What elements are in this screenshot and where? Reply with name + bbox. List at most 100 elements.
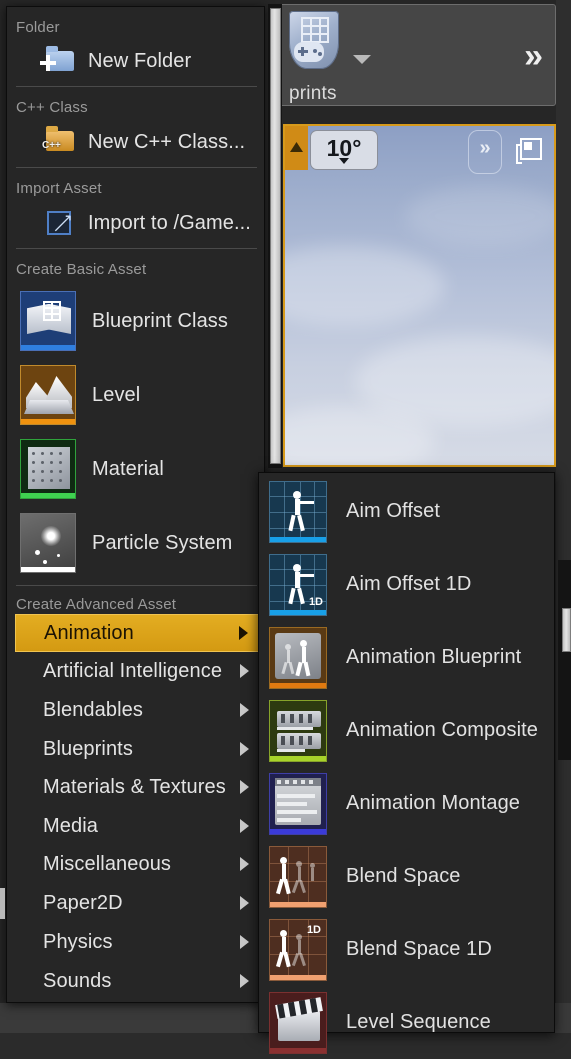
menu-item-physics[interactable]: Physics — [15, 923, 271, 961]
chevron-down-icon[interactable] — [353, 55, 371, 64]
blueprint-shield-icon — [289, 11, 341, 75]
menu-item-label: Paper2D — [43, 891, 123, 914]
menu-item-label: Media — [43, 814, 98, 837]
viewport-angle-indicator[interactable]: 10° — [310, 130, 378, 170]
submenu-item-animation-composite[interactable]: Animation Composite — [260, 694, 554, 767]
toolbar-overflow-icon[interactable]: » — [524, 39, 543, 73]
chevron-right-icon — [240, 703, 249, 717]
submenu-item-label: Blend Space — [346, 865, 461, 887]
menu-item-miscellaneous[interactable]: Miscellaneous — [15, 845, 271, 883]
animation-montage-icon — [269, 772, 327, 835]
chevron-right-icon — [240, 742, 249, 756]
submenu-scrollbar-track[interactable] — [558, 560, 571, 760]
unreal-editor-screen: prints » 10° » Folder New Folder C++ Cla… — [0, 0, 571, 1054]
particle-system-icon — [20, 513, 76, 573]
submenu-item-label: Animation Blueprint — [346, 646, 522, 668]
menu-item-label: Particle System — [92, 531, 233, 554]
section-header-cpp-class: C++ Class — [16, 99, 88, 116]
menu-item-label: Blueprints — [43, 737, 133, 760]
menu-item-particle-system[interactable]: Particle System — [8, 510, 263, 576]
material-icon — [20, 439, 76, 499]
section-header-create-advanced-asset: Create Advanced Asset — [16, 596, 177, 613]
menu-item-paper2d[interactable]: Paper2D — [15, 884, 271, 922]
chevron-right-icon — [240, 664, 249, 678]
section-header-folder: Folder — [16, 19, 60, 36]
submenu-item-level-sequence[interactable]: Level Sequence — [260, 986, 554, 1059]
submenu-item-blend-space-1d[interactable]: 1D Blend Space 1D — [260, 913, 554, 986]
menu-item-animation[interactable]: Animation — [15, 614, 271, 652]
menu-item-label: Blueprint Class — [92, 309, 229, 332]
chevron-down-icon — [339, 158, 349, 164]
submenu-item-label: Level Sequence — [346, 1011, 491, 1033]
submenu-scrollbar-thumb[interactable] — [562, 608, 571, 652]
menu-item-blendables[interactable]: Blendables — [15, 691, 271, 729]
animation-submenu: Aim Offset 1D Aim Offset 1D Animation Bl… — [258, 472, 555, 1054]
import-asset-icon: ⟶ — [47, 209, 78, 238]
content-browser-toolbar[interactable]: prints » — [278, 4, 556, 106]
menu-item-label: Import to /Game... — [88, 211, 251, 234]
menu-item-artificial-intelligence[interactable]: Artificial Intelligence — [15, 652, 271, 690]
badge-1d: 1D — [308, 595, 323, 608]
viewport-warning-icon — [285, 126, 308, 170]
submenu-item-label: Animation Composite — [346, 719, 538, 741]
blend-space-icon — [269, 845, 327, 908]
menu-item-label: New Folder — [88, 49, 192, 72]
submenu-item-label: Animation Montage — [346, 792, 521, 814]
menu-item-label: Sounds — [43, 969, 112, 992]
aim-offset-1d-icon: 1D — [269, 553, 327, 616]
viewport-overflow-icon: » — [479, 137, 491, 159]
menu-item-materials-and-textures[interactable]: Materials & Textures — [15, 768, 271, 806]
submenu-item-aim-offset-1d[interactable]: 1D Aim Offset 1D — [260, 548, 554, 621]
menu-separator — [16, 248, 257, 249]
menu-separator — [16, 167, 257, 168]
menu-item-label: Level — [92, 383, 141, 406]
menu-item-label: Blendables — [43, 698, 143, 721]
menu-item-label: Materials & Textures — [43, 775, 226, 798]
submenu-item-blend-space[interactable]: Blend Space — [260, 840, 554, 913]
aim-offset-icon — [269, 480, 327, 543]
section-header-create-basic-asset: Create Basic Asset — [16, 261, 147, 278]
menu-item-label: Animation — [44, 621, 134, 644]
menu-item-import-to-game[interactable]: ⟶ Import to /Game... — [8, 202, 263, 244]
menu-item-sounds[interactable]: Sounds — [15, 962, 271, 1000]
viewport-overflow-button[interactable]: » — [468, 130, 502, 174]
chevron-right-icon — [239, 626, 248, 640]
left-panel-scrollbar-thumb[interactable] — [0, 888, 5, 919]
submenu-item-animation-montage[interactable]: Animation Montage — [260, 767, 554, 840]
submenu-item-label: Aim Offset — [346, 500, 440, 522]
context-menu-scrollbar-thumb[interactable] — [270, 8, 281, 464]
menu-item-blueprints[interactable]: Blueprints — [15, 730, 271, 768]
badge-1d: 1D — [306, 923, 321, 936]
chevron-right-icon — [240, 935, 249, 949]
section-header-import-asset: Import Asset — [16, 180, 102, 197]
chevron-right-icon — [240, 819, 249, 833]
menu-item-label: Physics — [43, 930, 113, 953]
menu-item-material[interactable]: Material — [8, 436, 263, 502]
submenu-item-aim-offset[interactable]: Aim Offset — [260, 475, 554, 548]
menu-item-media[interactable]: Media — [15, 807, 271, 845]
submenu-item-animation-blueprint[interactable]: Animation Blueprint — [260, 621, 554, 694]
animation-composite-icon — [269, 699, 327, 762]
menu-item-new-folder[interactable]: New Folder — [8, 40, 263, 82]
level-viewport[interactable]: 10° » — [283, 124, 556, 467]
menu-item-new-cpp-class[interactable]: C++ New C++ Class... — [8, 121, 263, 163]
menu-separator — [16, 86, 257, 87]
blend-space-1d-icon: 1D — [269, 918, 327, 981]
chevron-right-icon — [240, 896, 249, 910]
maximize-viewport-icon[interactable] — [516, 138, 542, 164]
toolbar-label: prints — [289, 83, 337, 104]
chevron-right-icon — [240, 857, 249, 871]
animation-blueprint-icon — [269, 626, 327, 689]
chevron-right-icon — [240, 780, 249, 794]
menu-item-blueprint-class[interactable]: Blueprint Class — [8, 288, 263, 354]
content-browser-context-menu: Folder New Folder C++ Class C++ New C++ … — [6, 6, 271, 1003]
blueprint-class-icon — [20, 291, 76, 351]
menu-item-level[interactable]: Level — [8, 362, 263, 428]
level-icon — [20, 365, 76, 425]
menu-item-label: Material — [92, 457, 164, 480]
submenu-item-label: Blend Space 1D — [346, 938, 492, 960]
editor-right-gutter — [556, 0, 571, 1003]
level-sequence-icon — [269, 991, 327, 1054]
menu-item-label: Artificial Intelligence — [43, 659, 223, 682]
submenu-item-label: Aim Offset 1D — [346, 573, 472, 595]
